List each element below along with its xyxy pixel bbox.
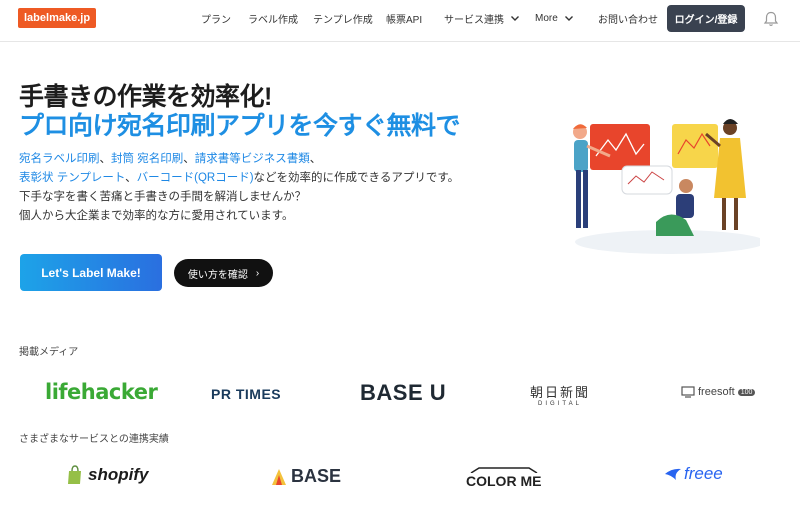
person-right-hair (723, 119, 738, 124)
monitor-icon (681, 386, 695, 398)
freesoft-badge: 100 (737, 388, 756, 396)
shopify-logo: shopify (66, 465, 148, 485)
site-header: labelmake.jp プラン ラベル作成 テンプレ作成 帳票API サービス… (0, 0, 800, 42)
tent-icon (272, 468, 286, 485)
person-sitting-head (679, 179, 693, 193)
person-left-leg (576, 170, 581, 228)
nav-more-label: More (535, 12, 558, 24)
base-u-logo: BASE U (360, 380, 447, 405)
freee-logo: freee (664, 464, 723, 484)
separator: 、 (125, 172, 137, 184)
white-board (621, 165, 673, 195)
nav-label-create[interactable]: ラベル作成 (248, 0, 298, 36)
chevron-down-icon (511, 16, 519, 21)
hero-illustration (573, 119, 760, 254)
link-address-label-print[interactable]: 宛名ラベル印刷 (19, 153, 100, 165)
person-sitting-body (676, 194, 694, 218)
link-barcode[interactable]: バーコード(QRコード) (137, 172, 254, 184)
prtimes-logo: PR TIMES (211, 386, 282, 402)
bird-icon (665, 468, 681, 480)
person-left-body (574, 140, 588, 172)
asahi-digital-logo: 朝日新聞 DIGITAL (530, 382, 590, 407)
freesoft-text: freesoft (698, 386, 735, 398)
nav-service-integration[interactable]: サービス連携 (444, 0, 520, 36)
link-certificate-template[interactable]: 表彰状 テンプレート (19, 172, 125, 184)
hero-subtitle: プロ向け宛名印刷アプリを今すぐ無料で (19, 112, 461, 140)
nav-contact-label: お問い合わせ (598, 14, 658, 26)
how-to-use-label: 使い方を確認 (187, 269, 248, 281)
hero-desc-line1: 宛名ラベル印刷、封筒 宛名印刷、請求書等ビジネス書類、 (19, 150, 321, 169)
nav-service-integration-label: サービス連携 (444, 14, 504, 26)
separator: 、 (183, 153, 195, 165)
how-to-use-button[interactable]: 使い方を確認 › (174, 259, 273, 287)
lets-label-make-button[interactable]: Let's Label Make! (20, 254, 162, 291)
link-business-docs[interactable]: 請求書等ビジネス書類 (195, 153, 310, 165)
shopping-bag-icon (68, 465, 81, 484)
colorme-logo: COLOR ME (466, 467, 541, 489)
person-right-dress (714, 138, 746, 198)
freesoft-logo: freesoft 100 (681, 386, 756, 398)
login-register-button[interactable]: ログイン/登録 (667, 5, 745, 32)
lifehacker-logo: lifehacker (45, 380, 158, 404)
nav-form-api[interactable]: 帳票API (386, 0, 422, 36)
base-logo: BASE (271, 466, 341, 487)
nav-plan-label: プラン (201, 14, 231, 26)
separator: 、 (99, 153, 112, 165)
hero-desc-line4: 個人から大企業まで効率的な方に愛用されています。 (19, 210, 294, 222)
chevron-right-icon: › (255, 267, 260, 279)
shopify-text: shopify (88, 465, 149, 484)
nav-form-api-label: 帳票API (386, 14, 423, 26)
services-section-title: さまざまなサービスとの連携実績 (19, 434, 169, 445)
asahi-main-text: 朝日新聞 (530, 386, 591, 401)
person-left-leg (583, 170, 588, 228)
nav-more[interactable]: More (535, 0, 574, 36)
nav-template-create[interactable]: テンプレ作成 (313, 0, 373, 36)
base-text: BASE (291, 466, 342, 486)
person-right-leg (734, 198, 738, 230)
link-envelope-print[interactable]: 封筒 宛名印刷 (111, 153, 183, 165)
desc-text: などを効率的に作成できるアプリです。 (253, 172, 460, 184)
person-right-leg (722, 198, 726, 230)
nav-label-create-label: ラベル作成 (248, 14, 298, 26)
bell-icon[interactable] (762, 10, 780, 28)
asahi-sub-text: DIGITAL (538, 401, 582, 407)
media-section-title: 掲載メディア (19, 347, 79, 358)
freee-text: freee (684, 464, 723, 483)
hero-desc-line3: 下手な字を書く苦痛と手書きの手間を解消しませんか？ (19, 191, 307, 203)
colorme-text: COLOR ME (466, 473, 542, 489)
site-logo[interactable]: labelmake.jp (18, 8, 97, 28)
nav-template-create-label: テンプレ作成 (313, 14, 373, 26)
nav-plan[interactable]: プラン (201, 0, 231, 36)
separator: 、 (309, 153, 322, 165)
chevron-down-icon (564, 16, 573, 21)
hero-desc-line2: 表彰状 テンプレート、バーコード(QRコード)などを効率的に作成できるアプリです… (19, 169, 459, 188)
nav-contact[interactable]: お問い合わせ (598, 0, 658, 36)
